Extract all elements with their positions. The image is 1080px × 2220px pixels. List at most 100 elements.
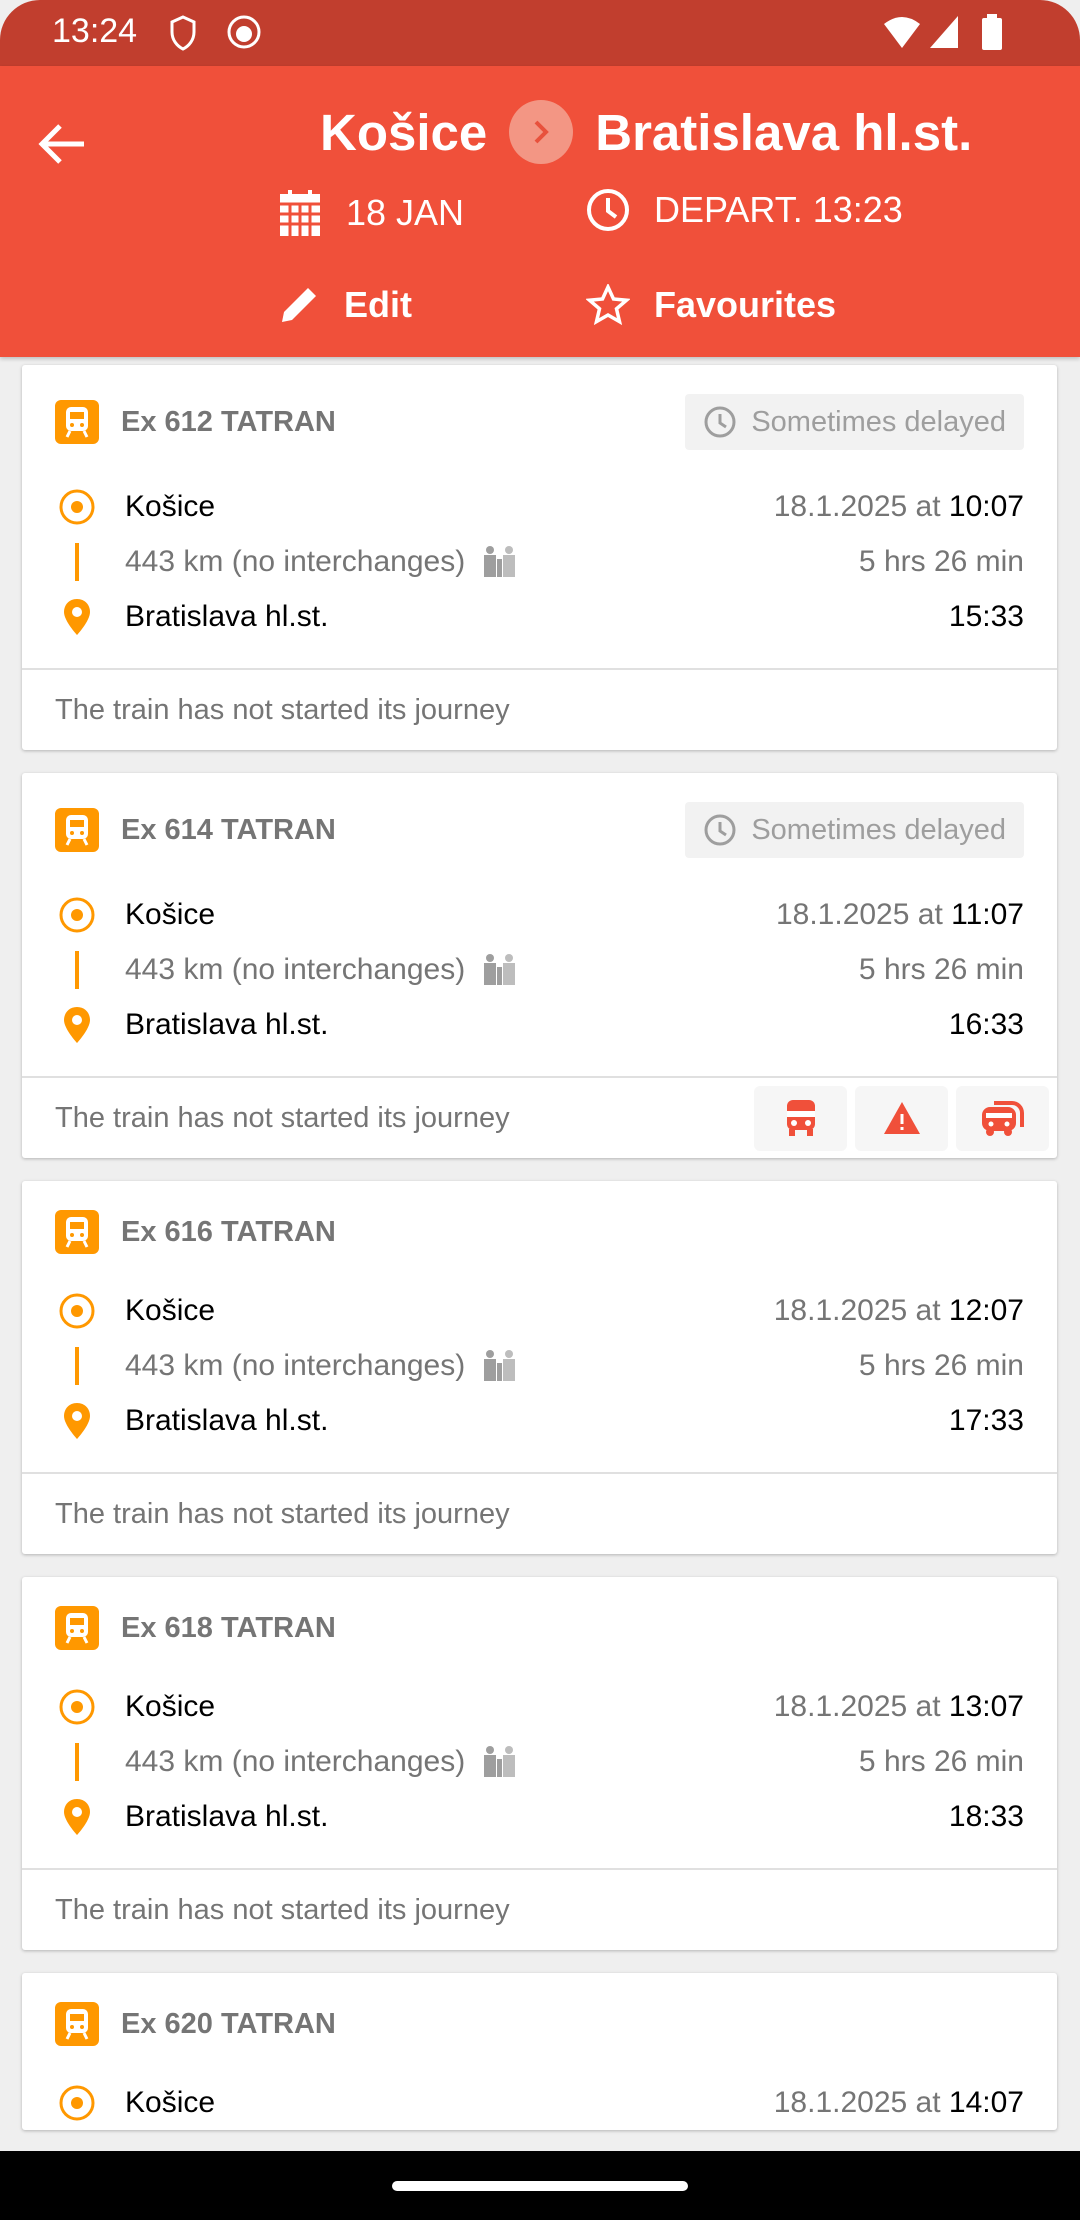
occupancy-icon — [484, 953, 516, 985]
bus-button[interactable] — [754, 1085, 847, 1151]
departure-date: 18.1.2025 at — [773, 489, 941, 523]
train-icon — [55, 1210, 99, 1254]
chevron-right-icon — [534, 120, 550, 144]
destination-station: Bratislava hl.st. — [125, 1799, 329, 1833]
train-name: Ex 612 TATRAN — [121, 405, 336, 438]
delay-badge: Sometimes delayed — [685, 394, 1024, 450]
favourites-button[interactable]: Favourites — [586, 284, 836, 326]
card-header: Ex 618 TATRAN — [22, 1577, 1057, 1679]
pencil-icon — [282, 288, 316, 322]
destination-station: Bratislava hl.st. — [125, 1007, 329, 1041]
origin-station: Košice — [125, 897, 216, 931]
connection-list: Ex 612 TATRAN Sometimes delayed Košice 1… — [22, 365, 1057, 2153]
delay-badge-text: Sometimes delayed — [751, 813, 1006, 846]
origin-station: Košice — [125, 2085, 216, 2119]
arrival-time: 15:33 — [948, 599, 1024, 633]
route-line-icon — [55, 542, 99, 581]
delay-badge-text: Sometimes delayed — [751, 405, 1006, 438]
clock-icon — [704, 406, 736, 438]
arrival-time: 16:33 — [948, 1007, 1024, 1041]
edit-label: Edit — [344, 284, 412, 325]
bus-icon — [786, 1100, 815, 1136]
origin-station: Košice — [125, 489, 216, 523]
route-title: Košice Bratislava hl.st. — [320, 100, 972, 164]
departure-time: 13:07 — [948, 1689, 1024, 1723]
swap-direction-button[interactable] — [509, 100, 574, 164]
clock-icon — [704, 814, 736, 846]
origin-marker-icon — [55, 1688, 99, 1726]
departure-date: 18.1.2025 at — [773, 1293, 941, 1327]
wifi-icon — [884, 17, 920, 48]
distance-row: 443 km (no interchanges) 5 hrs 26 min — [22, 1734, 1057, 1789]
duration: 5 hrs 26 min — [858, 1348, 1024, 1382]
time-selector[interactable]: DEPART. 13:23 — [586, 188, 903, 232]
distance-text: 443 km (no interchanges) — [125, 544, 466, 578]
departure-time: 14:07 — [948, 2085, 1024, 2119]
train-name: Ex 614 TATRAN — [121, 813, 336, 846]
distance-text: 443 km (no interchanges) — [125, 1744, 466, 1778]
distance-row: 443 km (no interchanges) 5 hrs 26 min — [22, 1338, 1057, 1393]
date-label: 18 JAN — [346, 192, 465, 233]
departure-date: 18.1.2025 at — [773, 1689, 941, 1723]
replacement-bus-button[interactable] — [956, 1085, 1049, 1151]
origin-marker-icon — [55, 2084, 99, 2122]
app-header: Košice Bratislava hl.st. 18 JAN DEPART. … — [0, 66, 1080, 357]
departure-time: 12:07 — [948, 1293, 1024, 1327]
departure-row: Košice 18.1.2025 at 11:07 — [22, 887, 1057, 942]
distance-row: 443 km (no interchanges) 5 hrs 26 min — [22, 534, 1057, 589]
arrival-row: Bratislava hl.st. 17:33 — [22, 1393, 1057, 1448]
favourites-label: Favourites — [654, 284, 837, 325]
depart-label: DEPART. 13:23 — [654, 189, 903, 230]
distance-text: 443 km (no interchanges) — [125, 1348, 466, 1382]
origin-marker-icon — [55, 1292, 99, 1330]
back-arrow-icon[interactable] — [34, 116, 90, 172]
train-name: Ex 616 TATRAN — [121, 1215, 336, 1248]
departure-row: Košice 18.1.2025 at 14:07 — [22, 2075, 1057, 2130]
card-footer: The train has not started its journey — [22, 1474, 1057, 1554]
warning-icon — [883, 1102, 920, 1134]
battery-icon — [982, 14, 1002, 50]
departure-row: Košice 18.1.2025 at 13:07 — [22, 1679, 1057, 1734]
clock-icon — [587, 189, 629, 231]
connection-card[interactable]: Ex 612 TATRAN Sometimes delayed Košice 1… — [22, 365, 1057, 750]
date-selector[interactable]: 18 JAN — [278, 188, 464, 238]
destination-pin-icon — [55, 1797, 99, 1837]
journey-status: The train has not started its journey — [55, 1497, 510, 1530]
edit-button[interactable]: Edit — [278, 284, 412, 326]
home-gesture-handle[interactable] — [392, 2181, 688, 2191]
app-notification-icon — [227, 15, 261, 49]
departure-time: 10:07 — [948, 489, 1024, 523]
distance-row: 443 km (no interchanges) 5 hrs 26 min — [22, 942, 1057, 997]
arrival-time: 18:33 — [948, 1799, 1024, 1833]
card-footer: The train has not started its journey — [22, 670, 1057, 750]
journey-status: The train has not started its journey — [55, 1893, 510, 1926]
card-footer: The train has not started its journey — [22, 1870, 1057, 1950]
card-header: Ex 614 TATRAN Sometimes delayed — [22, 773, 1057, 887]
arrival-row: Bratislava hl.st. 15:33 — [22, 589, 1057, 644]
connection-card[interactable]: Ex 620 TATRAN Košice 18.1.2025 at 14:07 — [22, 1973, 1057, 2130]
connection-card[interactable]: Ex 616 TATRAN Košice 18.1.2025 at 12:07 … — [22, 1181, 1057, 1554]
departure-row: Košice 18.1.2025 at 10:07 — [22, 479, 1057, 534]
delay-badge: Sometimes delayed — [685, 802, 1024, 858]
route-line-icon — [55, 950, 99, 989]
route-line-icon — [55, 1742, 99, 1781]
connection-card[interactable]: Ex 614 TATRAN Sometimes delayed Košice 1… — [22, 773, 1057, 1158]
departure-date: 18.1.2025 at — [775, 897, 943, 931]
replacement-bus-icon — [981, 1101, 1024, 1136]
navigation-bar — [0, 2151, 1080, 2220]
train-icon — [55, 1606, 99, 1650]
warning-button[interactable] — [855, 1085, 948, 1151]
destination-pin-icon — [55, 1401, 99, 1441]
train-icon — [55, 400, 99, 444]
origin-station: Košice — [320, 103, 488, 161]
duration: 5 hrs 26 min — [858, 1744, 1024, 1778]
departure-row: Košice 18.1.2025 at 12:07 — [22, 1283, 1057, 1338]
origin-station: Košice — [125, 1293, 216, 1327]
journey-status: The train has not started its journey — [55, 1101, 510, 1134]
card-header: Ex 616 TATRAN — [22, 1181, 1057, 1283]
duration: 5 hrs 26 min — [858, 544, 1024, 578]
train-name: Ex 620 TATRAN — [121, 2007, 336, 2040]
journey-status: The train has not started its journey — [55, 693, 510, 726]
connection-card[interactable]: Ex 618 TATRAN Košice 18.1.2025 at 13:07 … — [22, 1577, 1057, 1950]
distance-text: 443 km (no interchanges) — [125, 952, 466, 986]
